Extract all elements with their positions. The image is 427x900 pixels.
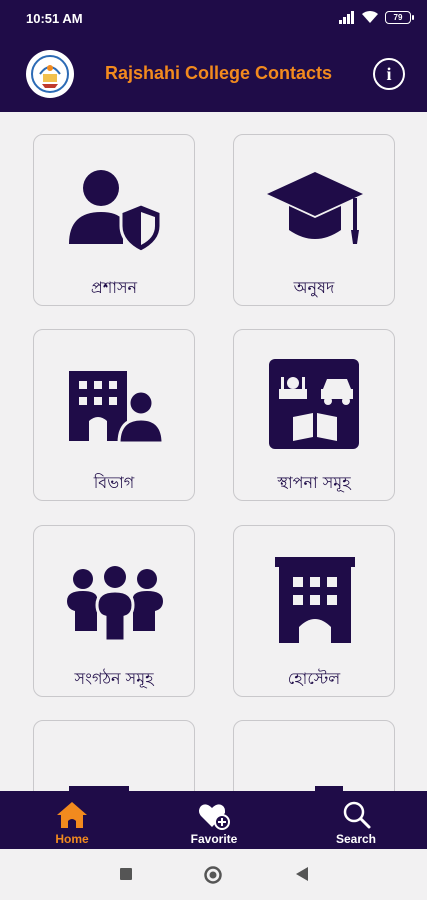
nav-search[interactable]: Search: [306, 791, 406, 849]
card-label: স্থাপনা সমূহ: [277, 473, 351, 492]
info-button[interactable]: i: [373, 58, 405, 90]
app-title: Rajshahi College Contacts: [105, 63, 333, 83]
ambulance-icon: [69, 786, 129, 791]
status-icons: 79: [339, 10, 414, 24]
card-label: প্রশাসন: [90, 278, 138, 297]
category-grid: প্রশাসন অনুষদ বিভাগ স্থাপনা সমূহ সংগঠন স…: [0, 112, 427, 791]
system-navigation-bar: [0, 849, 427, 900]
info-icon: i: [386, 63, 392, 84]
card-ambulance[interactable]: [33, 720, 195, 791]
card-services[interactable]: [233, 720, 395, 791]
card-label: হোস্টেল: [287, 669, 341, 688]
card-label: বিভাগ: [93, 473, 135, 492]
status-bar: 10:51 AM 79: [0, 0, 427, 38]
search-icon: [343, 801, 371, 829]
recents-button[interactable]: [120, 868, 132, 880]
card-hostel[interactable]: হোস্টেল: [233, 525, 395, 697]
card-department[interactable]: বিভাগ: [33, 329, 195, 501]
card-establishments[interactable]: স্থাপনা সমূহ: [233, 329, 395, 501]
city-person-icon: [315, 786, 343, 791]
app-bar: Rajshahi College Contacts i: [0, 38, 427, 112]
card-faculty[interactable]: অনুষদ: [233, 134, 395, 306]
card-administration[interactable]: প্রশাসন: [33, 134, 195, 306]
college-crest-icon: [31, 55, 69, 93]
back-button[interactable]: [296, 867, 308, 881]
department-building-icon: [69, 371, 165, 445]
battery-level: 79: [393, 12, 403, 22]
bottom-navigation: Home Favorite Search: [0, 791, 427, 849]
nav-label: Favorite: [190, 832, 238, 846]
nav-home[interactable]: Home: [22, 791, 122, 849]
nav-label: Home: [55, 832, 89, 846]
favorite-add-icon: [199, 804, 230, 830]
nav-favorite[interactable]: Favorite: [164, 791, 264, 849]
card-organizations[interactable]: সংগঠন সমূহ: [33, 525, 195, 697]
wifi-icon: [362, 10, 378, 23]
signal-icon: [339, 11, 354, 24]
nav-label: Search: [335, 832, 377, 846]
battery-icon: 79: [385, 10, 414, 24]
hostel-building-icon: [275, 557, 355, 643]
admin-shield-user-icon: [69, 170, 163, 254]
status-time: 10:51 AM: [26, 11, 83, 26]
college-logo: [26, 50, 74, 98]
card-label: অনুষদ: [293, 278, 335, 297]
graduation-cap-icon: [267, 172, 363, 244]
establishments-icon: [269, 359, 359, 449]
home-button[interactable]: [204, 866, 222, 884]
home-icon: [57, 802, 87, 828]
organizations-group-icon: [67, 566, 163, 643]
card-label: সংগঠন সমূহ: [74, 669, 154, 688]
